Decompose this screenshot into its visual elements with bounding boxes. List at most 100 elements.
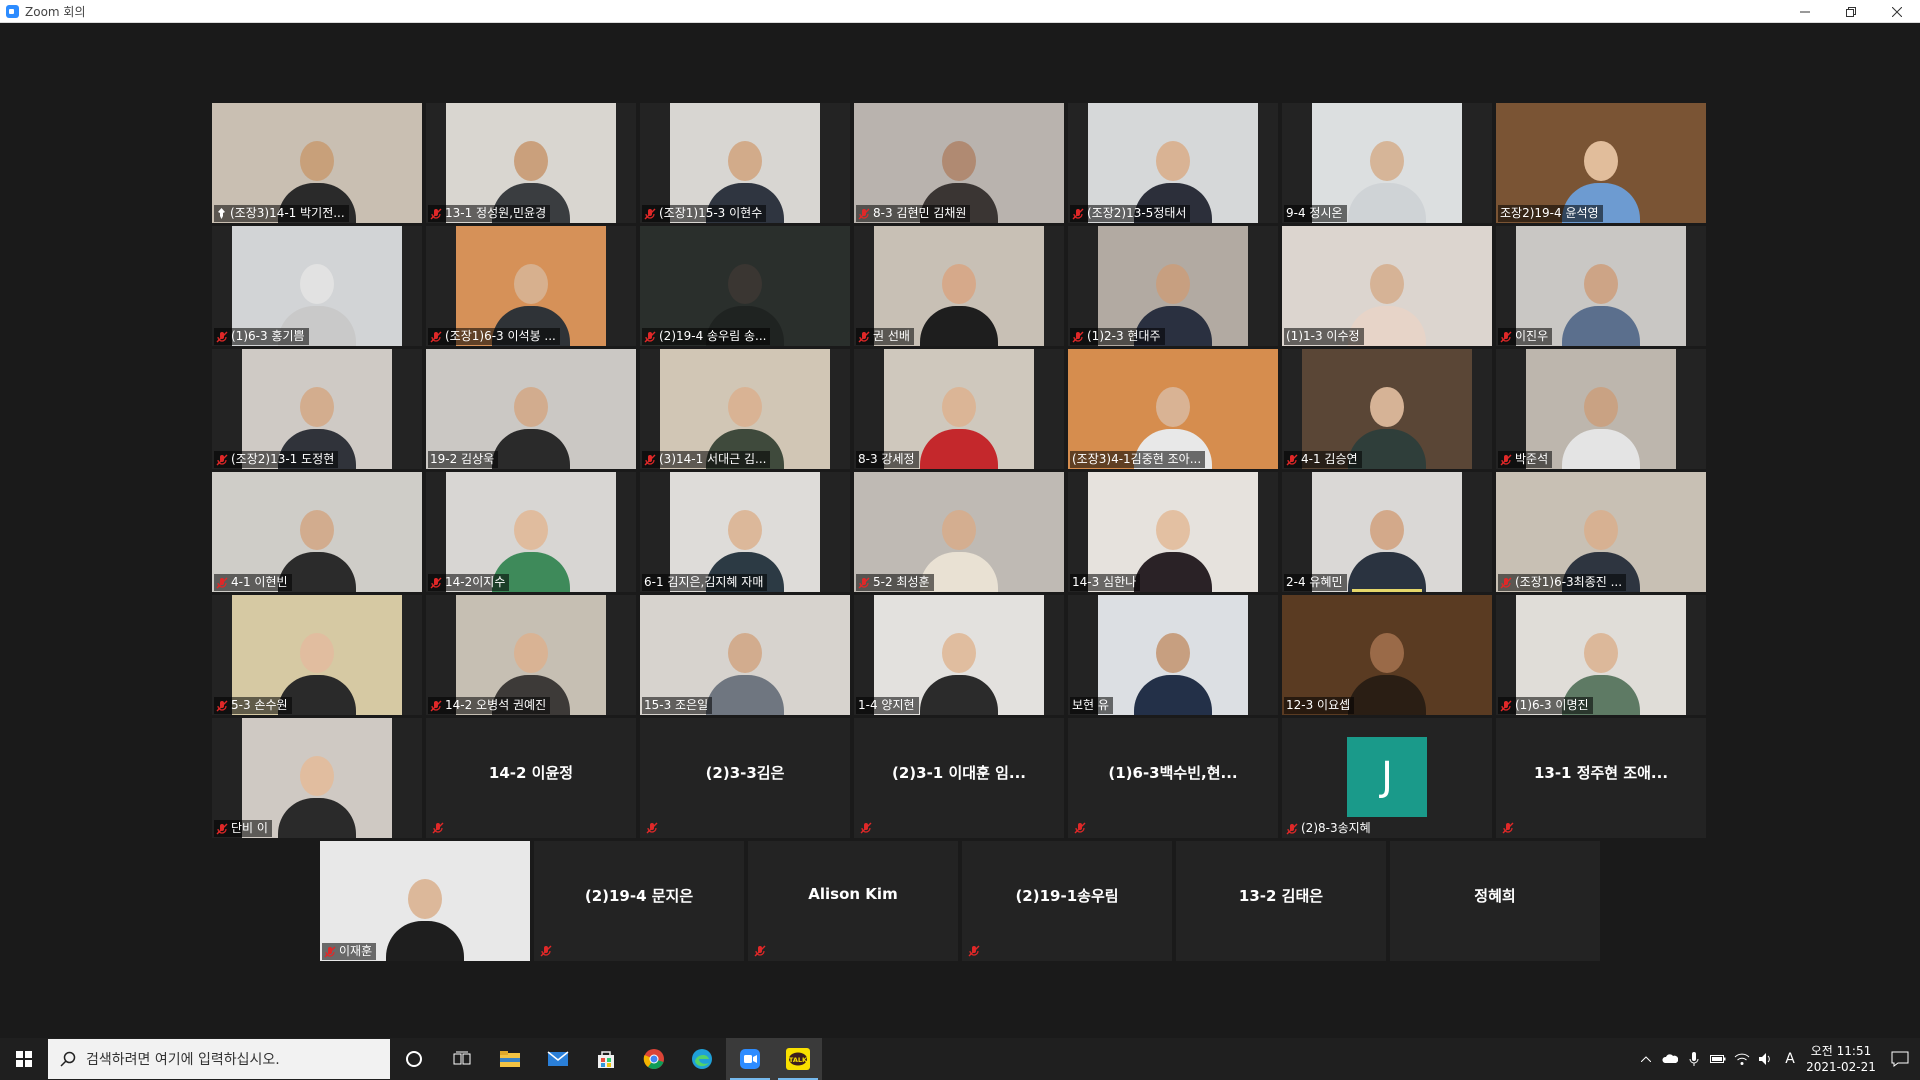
participant-head (514, 141, 548, 181)
participant-head (514, 510, 548, 550)
participant-head (1584, 264, 1618, 304)
participant-name: (조장3)4-1김중현 조아... (1072, 452, 1202, 466)
task-view-button[interactable] (438, 1038, 486, 1080)
close-icon (1892, 6, 1902, 17)
minimize-button[interactable] (1782, 0, 1828, 23)
participant-tile[interactable]: 8-3 김현민 김채원 (854, 103, 1064, 223)
cortana-button[interactable] (390, 1038, 438, 1080)
participant-tile[interactable]: (1)6-3 홍기쁨 (212, 226, 422, 346)
participant-name: (조장1)15-3 이현수 (659, 206, 763, 220)
participant-tile[interactable]: 13-2 김태은 (1176, 841, 1386, 961)
participant-tile[interactable]: (2)19-4 문지은 (534, 841, 744, 961)
mic-muted-icon (1072, 331, 1084, 342)
participant-silhouette (706, 633, 784, 715)
participant-tile[interactable]: 15-3 조은일 (640, 595, 850, 715)
participant-tile[interactable]: (2)19-4 송우림 송... (640, 226, 850, 346)
participant-tile[interactable]: (조장3)14-1 박기전... (212, 103, 422, 223)
participant-name: 13-1 정성원,민윤경 (445, 206, 547, 220)
participant-tile[interactable]: (1)2-3 현대주 (1068, 226, 1278, 346)
participant-tile[interactable]: 14-2이지수 (426, 472, 636, 592)
participant-tile[interactable]: 2-4 유혜민 (1282, 472, 1492, 592)
zoom-button[interactable] (726, 1038, 774, 1080)
participant-tile[interactable]: 5-2 최성훈 (854, 472, 1064, 592)
participant-name: 이재훈 (339, 944, 373, 958)
participant-tile[interactable]: (3)14-1 서대근 김... (640, 349, 850, 469)
start-button[interactable] (0, 1038, 48, 1080)
participant-tile[interactable]: 8-3 강세정 (854, 349, 1064, 469)
participant-tile[interactable]: 4-1 이현빈 (212, 472, 422, 592)
participant-tile[interactable]: (1)6-3 이명진 (1496, 595, 1706, 715)
participant-name: 15-3 조은일 (644, 698, 709, 712)
participant-name: 13-1 정주현 조애... (1533, 764, 1669, 782)
participant-body (1134, 552, 1212, 592)
action-center-button[interactable] (1880, 1038, 1920, 1080)
participant-head (1584, 633, 1618, 673)
restore-button[interactable] (1828, 0, 1874, 23)
battery-button[interactable] (1706, 1038, 1730, 1080)
chrome-button[interactable] (630, 1038, 678, 1080)
participant-tile[interactable]: 19-2 김상욱 (426, 349, 636, 469)
participant-tile[interactable]: 4-1 김승연 (1282, 349, 1492, 469)
participant-tile[interactable]: 14-2 오병석 권예진 (426, 595, 636, 715)
edge-button[interactable] (678, 1038, 726, 1080)
taskbar-clock[interactable]: 오전 11:51 2021-02-21 (1802, 1043, 1880, 1075)
participant-tile[interactable]: 박준석 (1496, 349, 1706, 469)
participant-tile[interactable]: 권 선배 (854, 226, 1064, 346)
microphone-tray-button[interactable] (1682, 1038, 1706, 1080)
participant-tile[interactable]: (조장2)13-1 도정현 (212, 349, 422, 469)
participant-tile[interactable]: (1)6-3백수빈,현... (1068, 718, 1278, 838)
participant-name-tag: 1-4 양지현 (856, 697, 919, 714)
show-hidden-icons-button[interactable] (1634, 1038, 1658, 1080)
participant-tile[interactable]: 14-2 이윤정 (426, 718, 636, 838)
mic-muted-icon (1286, 823, 1298, 834)
participant-name: 단비 이 (231, 821, 268, 835)
participant-head (942, 264, 976, 304)
participant-tile[interactable]: (조장3)4-1김중현 조아... (1068, 349, 1278, 469)
participant-tile[interactable]: 13-1 정성원,민윤경 (426, 103, 636, 223)
participant-tile[interactable]: 5-3 손수원 (212, 595, 422, 715)
onedrive-button[interactable] (1658, 1038, 1682, 1080)
participant-tile[interactable]: 이재훈 (320, 841, 530, 961)
microphone-icon (1689, 1052, 1699, 1066)
ime-indicator[interactable]: A (1778, 1038, 1802, 1080)
participant-tile[interactable]: 단비 이 (212, 718, 422, 838)
participant-name-tag: 19-2 김상욱 (428, 451, 499, 468)
volume-button[interactable] (1754, 1038, 1778, 1080)
participant-tile[interactable]: (조장1)15-3 이현수 (640, 103, 850, 223)
participant-head (300, 510, 334, 550)
taskbar-search-input[interactable]: 검색하려면 여기에 입력하십시오. (48, 1039, 390, 1079)
participant-tile[interactable]: 12-3 이요셉 (1282, 595, 1492, 715)
store-button[interactable] (582, 1038, 630, 1080)
participant-tile[interactable]: 13-1 정주현 조애... (1496, 718, 1706, 838)
participant-name: (조장3)14-1 박기전... (230, 206, 345, 220)
participant-name: 이진우 (1515, 329, 1549, 343)
participant-tile[interactable]: 보현 유 (1068, 595, 1278, 715)
cortana-icon (406, 1051, 422, 1067)
participant-name: 19-2 김상욱 (430, 452, 495, 466)
participant-name: (조장2)13-5정태서 (1087, 206, 1187, 220)
kakaotalk-button[interactable]: TALK (774, 1038, 822, 1080)
participant-tile[interactable]: 6-1 김지은,김지혜 자매 (640, 472, 850, 592)
participant-tile[interactable]: 9-4 정시온 (1282, 103, 1492, 223)
participant-tile[interactable]: (2)3-1 이대훈 임... (854, 718, 1064, 838)
participant-name: (2)3-1 이대훈 임... (892, 764, 1026, 782)
participant-tile[interactable]: (2)3-3김은 (640, 718, 850, 838)
mail-button[interactable] (534, 1038, 582, 1080)
close-button[interactable] (1874, 0, 1920, 23)
participant-tile[interactable]: 이진우 (1496, 226, 1706, 346)
store-icon (598, 1051, 614, 1068)
participant-tile[interactable]: (조장1)6-3 이석봉 ... (426, 226, 636, 346)
participant-tile[interactable]: 조장2)19-4 윤석영 (1496, 103, 1706, 223)
network-button[interactable] (1730, 1038, 1754, 1080)
participant-tile[interactable]: 1-4 양지현 (854, 595, 1064, 715)
participant-tile[interactable]: 14-3 심한나 (1068, 472, 1278, 592)
participant-tile[interactable]: J (2)8-3송지혜 (1282, 718, 1492, 838)
participant-tile[interactable]: 정혜희 (1390, 841, 1600, 961)
participant-tile[interactable]: (조장2)13-5정태서 (1068, 103, 1278, 223)
participant-tile[interactable]: (1)1-3 이수정 (1282, 226, 1492, 346)
file-explorer-button[interactable] (486, 1038, 534, 1080)
clock-date: 2021-02-21 (1806, 1060, 1876, 1074)
participant-tile[interactable]: Alison Kim (748, 841, 958, 961)
participant-tile[interactable]: (조장1)6-3최종진 ... (1496, 472, 1706, 592)
participant-tile[interactable]: (2)19-1송우림 (962, 841, 1172, 961)
